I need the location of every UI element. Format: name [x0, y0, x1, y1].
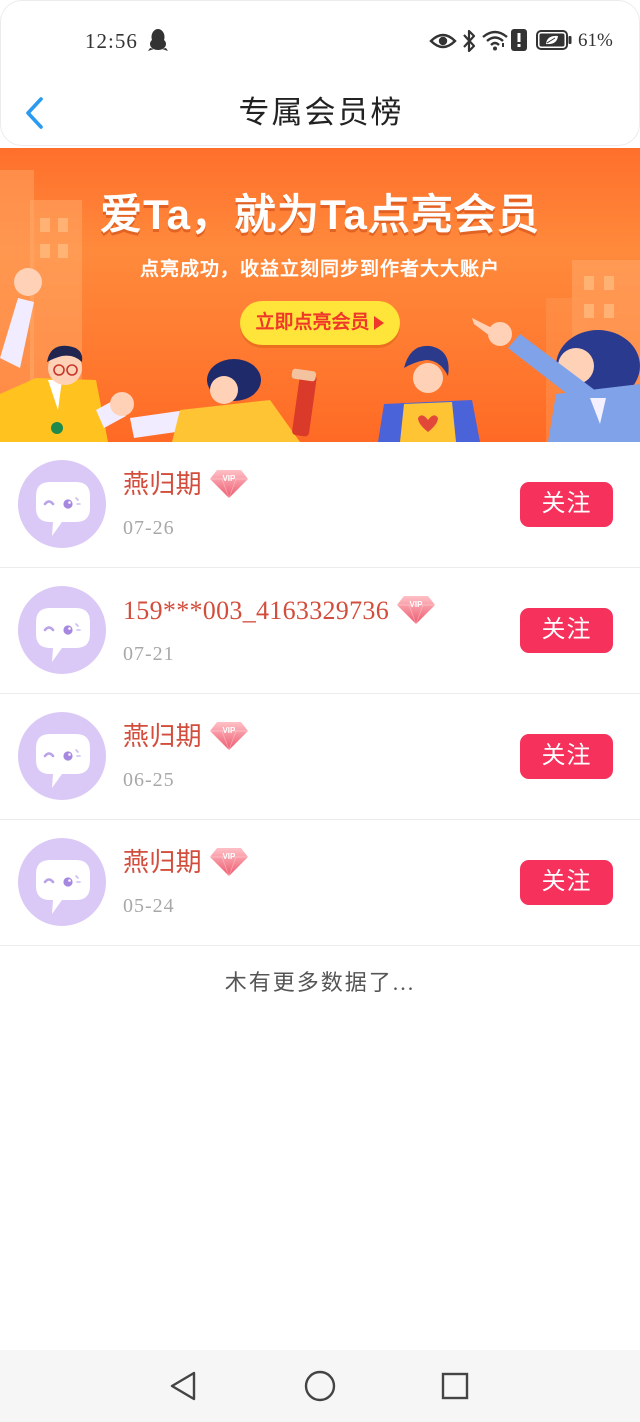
banner-subtitle: 点亮成功，收益立刻同步到作者大大账户	[139, 259, 500, 280]
alert-icon	[511, 29, 527, 51]
battery-icon	[536, 30, 572, 50]
member-name-line: 159***003_4163329736 VIP	[123, 594, 435, 628]
avatar[interactable]	[18, 586, 106, 674]
member-name[interactable]: 159***003_4163329736	[123, 594, 389, 628]
vip-badge: VIP	[210, 720, 248, 750]
vip-badge: VIP	[210, 846, 248, 876]
banner-headline: 爱Ta，就为Ta点亮会员	[100, 191, 540, 238]
play-triangle-icon	[373, 316, 384, 330]
qq-icon	[148, 29, 168, 51]
member-row[interactable]: 燕归期 VIP 07-26 关注	[0, 442, 640, 568]
vip-badge: VIP	[210, 468, 248, 498]
member-name[interactable]: 燕归期	[123, 846, 202, 880]
home-circle-icon[interactable]	[304, 1370, 336, 1402]
eye-icon	[429, 33, 457, 49]
avatar[interactable]	[18, 838, 106, 926]
follow-button[interactable]: 关注	[520, 860, 613, 905]
vip-badge-label: VIP	[409, 600, 423, 609]
status-time: 12:56	[85, 29, 138, 53]
light-up-membership-button[interactable]: 立即点亮会员	[240, 301, 400, 345]
page-title: 专属会员榜	[238, 95, 404, 130]
follow-button[interactable]: 关注	[520, 482, 613, 527]
member-date: 07-26	[123, 517, 175, 539]
vip-badge-label: VIP	[222, 852, 236, 861]
recents-square-icon[interactable]	[441, 1372, 469, 1400]
member-row[interactable]: 159***003_4163329736 VIP 07-21 关注	[0, 568, 640, 694]
back-triangle-icon[interactable]	[168, 1371, 198, 1401]
member-row[interactable]: 燕归期 VIP 06-25 关注	[0, 694, 640, 820]
avatar[interactable]	[18, 712, 106, 800]
top-card: 12:56 61% 专属会员榜	[0, 0, 640, 146]
no-more-data-text: 木有更多数据了...	[224, 970, 416, 995]
avatar[interactable]	[18, 460, 106, 548]
vip-badge-label: VIP	[222, 726, 236, 735]
system-nav-bar	[0, 1350, 640, 1422]
member-date: 05-24	[123, 895, 175, 917]
member-name-line: 燕归期 VIP	[123, 468, 248, 502]
member-date: 06-25	[123, 769, 175, 791]
bluetooth-icon	[463, 29, 476, 53]
member-name-line: 燕归期 VIP	[123, 846, 248, 880]
member-name[interactable]: 燕归期	[123, 468, 202, 502]
member-name-line: 燕归期 VIP	[123, 720, 248, 754]
vip-badge: VIP	[397, 594, 435, 624]
follow-button[interactable]: 关注	[520, 734, 613, 779]
member-row[interactable]: 燕归期 VIP 05-24 关注	[0, 820, 640, 946]
member-name[interactable]: 燕归期	[123, 720, 202, 754]
member-date: 07-21	[123, 643, 175, 665]
battery-percent: 61%	[578, 30, 613, 51]
membership-banner[interactable]: 爱Ta，就为Ta点亮会员 点亮成功，收益立刻同步到作者大大账户 立即点亮会员	[0, 148, 640, 442]
cta-label: 立即点亮会员	[255, 312, 370, 333]
wifi-icon	[482, 30, 508, 51]
follow-button[interactable]: 关注	[520, 608, 613, 653]
vip-badge-label: VIP	[222, 474, 236, 483]
